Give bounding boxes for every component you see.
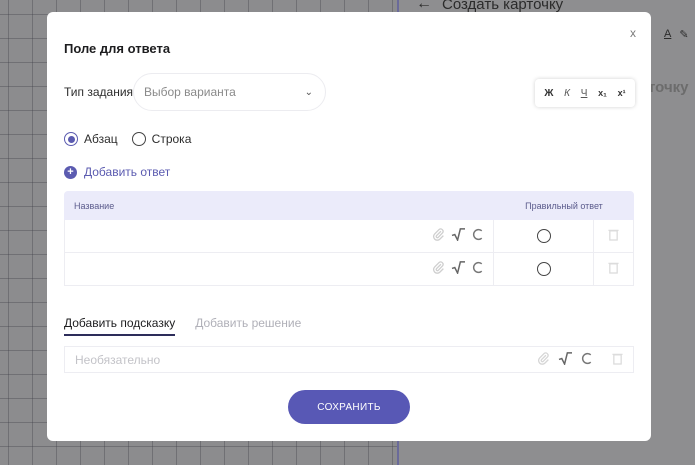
trash-icon[interactable] (608, 261, 619, 277)
radio-paragraph-label: Абзац (84, 132, 118, 146)
task-type-value: Выбор варианта (144, 85, 236, 99)
radio-paragraph[interactable]: Абзац (64, 132, 118, 146)
sqrt-icon[interactable] (558, 351, 573, 368)
subscript-button[interactable]: x₁ (598, 88, 607, 98)
delete-cell (593, 220, 633, 252)
attach-icon[interactable] (432, 228, 445, 244)
task-type-select[interactable]: Выбор варианта ⌄ (133, 73, 326, 111)
plus-icon: + (64, 165, 77, 179)
hint-input-row: Необязательно (64, 346, 634, 373)
trash-icon[interactable] (612, 352, 623, 368)
table-row (64, 253, 634, 286)
answer-name-cell[interactable] (65, 253, 493, 285)
pen-icon: ✎ (679, 29, 689, 41)
chevron-down-icon: ⌄ (304, 86, 313, 98)
sqrt-icon[interactable] (451, 228, 466, 244)
background-header-title: Создать карточку (442, 0, 564, 13)
underline-button[interactable]: Ч (581, 88, 588, 99)
table-row (64, 220, 634, 253)
answers-table: Название Правильный ответ (64, 191, 634, 286)
answer-format-radio-group: Абзац Строка (64, 132, 191, 146)
attach-icon[interactable] (432, 261, 445, 277)
correct-answer-cell (493, 253, 593, 285)
hint-actions (537, 351, 633, 368)
save-button[interactable]: СОХРАНИТЬ (288, 390, 410, 424)
text-color-icon: А (664, 28, 672, 40)
italic-button[interactable]: К (564, 88, 570, 99)
column-header-name: Название (74, 200, 115, 211)
add-answer-button[interactable]: + Добавить ответ (64, 165, 170, 179)
format-toolbar: Ж К Ч x₁ x¹ (535, 79, 635, 107)
modal-title: Поле для ответа (64, 41, 171, 56)
delete-cell (593, 253, 633, 285)
radio-line-label: Строка (151, 132, 192, 146)
close-button[interactable]: x (630, 26, 636, 40)
background-tools: А ✎ (664, 28, 689, 41)
radio-checked-icon (64, 132, 78, 146)
refresh-icon[interactable] (472, 261, 485, 277)
hint-input[interactable]: Необязательно (65, 347, 537, 372)
correct-answer-radio[interactable] (536, 229, 551, 243)
task-type-label: Тип задания (64, 85, 134, 99)
radio-unchecked-icon (131, 132, 146, 146)
trash-icon[interactable] (608, 228, 619, 244)
attach-icon[interactable] (537, 351, 550, 368)
tab-add-solution[interactable]: Добавить решение (195, 316, 301, 336)
tab-add-hint[interactable]: Добавить подсказку (64, 316, 176, 336)
correct-answer-cell (493, 220, 593, 252)
hint-tabs: Добавить подсказку Добавить решение (64, 316, 301, 336)
table-header: Название Правильный ответ (64, 191, 634, 220)
answer-name-cell[interactable] (65, 220, 493, 252)
column-header-correct: Правильный ответ (525, 200, 603, 211)
sqrt-icon[interactable] (451, 261, 466, 277)
refresh-icon[interactable] (472, 228, 485, 244)
bold-button[interactable]: Ж (544, 88, 553, 99)
background-side-text: точку (648, 79, 689, 96)
superscript-button[interactable]: x¹ (618, 88, 626, 98)
add-answer-label: Добавить ответ (84, 165, 171, 179)
correct-answer-radio[interactable] (536, 262, 551, 276)
answer-field-modal: Поле для ответа x Тип задания Выбор вари… (47, 12, 651, 441)
refresh-icon[interactable] (581, 352, 594, 368)
radio-line[interactable]: Строка (131, 132, 192, 146)
